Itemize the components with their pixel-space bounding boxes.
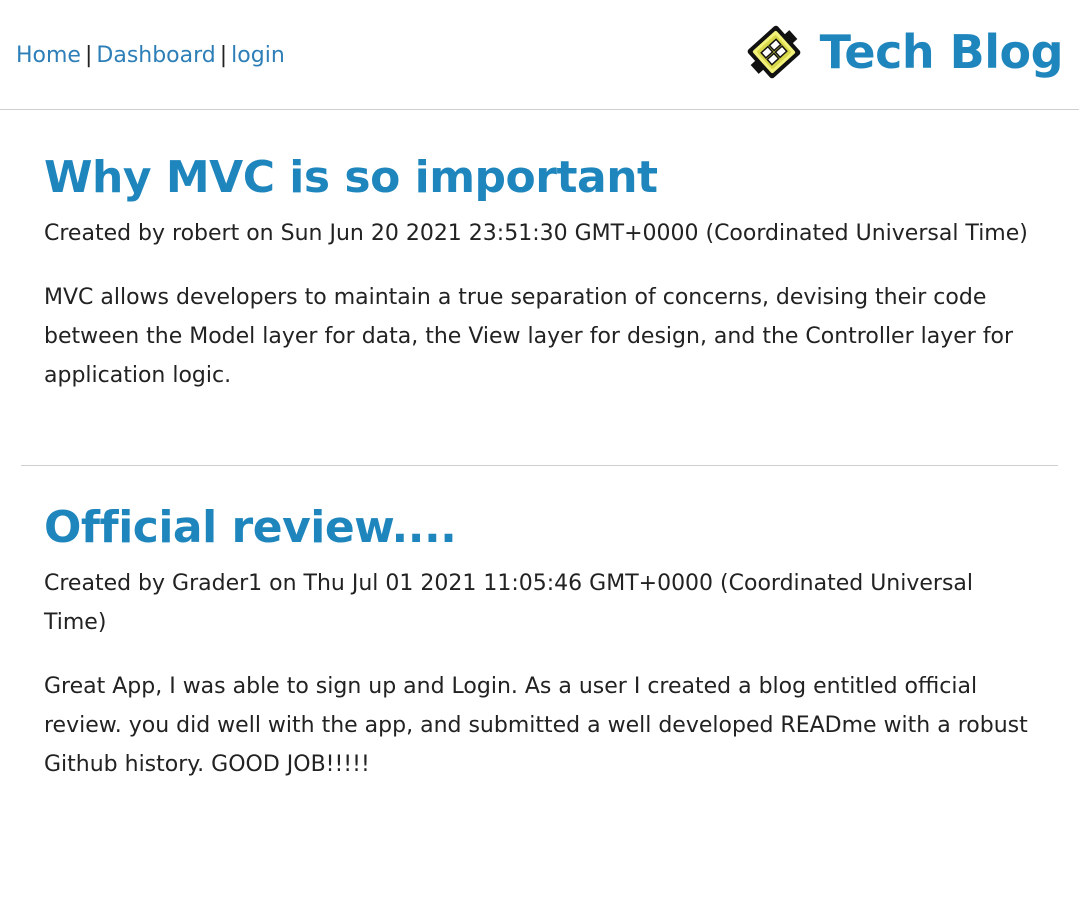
site-header: Home | Dashboard | login Tech Blog	[0, 0, 1079, 110]
main-nav: Home | Dashboard | login	[16, 40, 285, 72]
post-meta: Created by robert on Sun Jun 20 2021 23:…	[44, 221, 1028, 246]
post-meta: Created by Grader1 on Thu Jul 01 2021 11…	[44, 571, 974, 635]
site-title[interactable]: Tech Blog	[820, 25, 1064, 79]
blog-post: Why MVC is so important Created by rober…	[21, 150, 1058, 395]
post-divider	[21, 465, 1058, 466]
nav-separator: |	[84, 43, 93, 68]
brand: Tech Blog	[744, 18, 1064, 86]
post-body: MVC allows developers to maintain a true…	[44, 285, 1014, 388]
nav-link-login[interactable]: login	[231, 43, 285, 68]
post-title[interactable]: Official review....	[44, 500, 1036, 556]
post-body: Great App, I was able to sign up and Log…	[44, 674, 1028, 777]
nav-separator: |	[219, 43, 228, 68]
tech-blog-logo-icon	[744, 21, 804, 83]
post-title[interactable]: Why MVC is so important	[44, 150, 1036, 206]
blog-post: Official review.... Created by Grader1 o…	[21, 500, 1058, 784]
nav-link-dashboard[interactable]: Dashboard	[96, 43, 215, 68]
nav-link-home[interactable]: Home	[16, 43, 81, 68]
